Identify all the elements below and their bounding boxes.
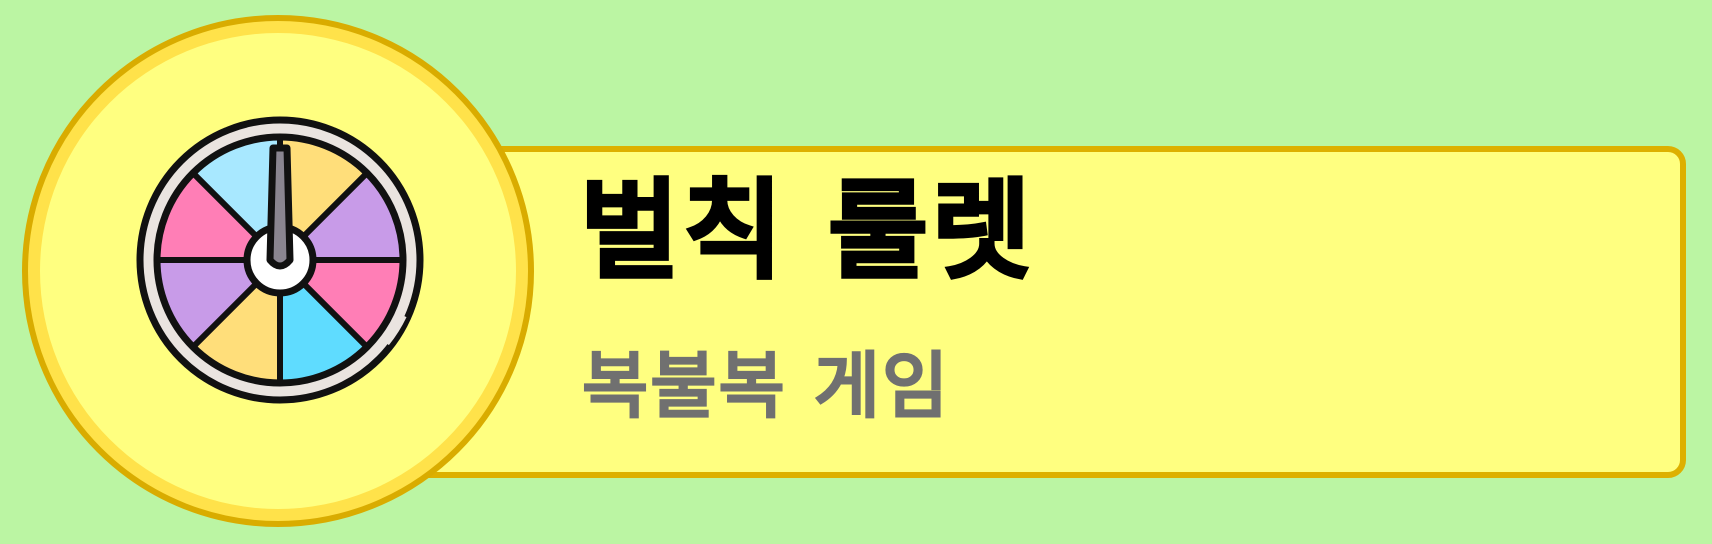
page-subtitle: 복불복 게임 (581, 344, 951, 428)
wheel-pointer (266, 144, 294, 270)
roulette-wheel-icon (136, 116, 424, 404)
page-title: 벌칙 룰렛 (578, 169, 1036, 294)
